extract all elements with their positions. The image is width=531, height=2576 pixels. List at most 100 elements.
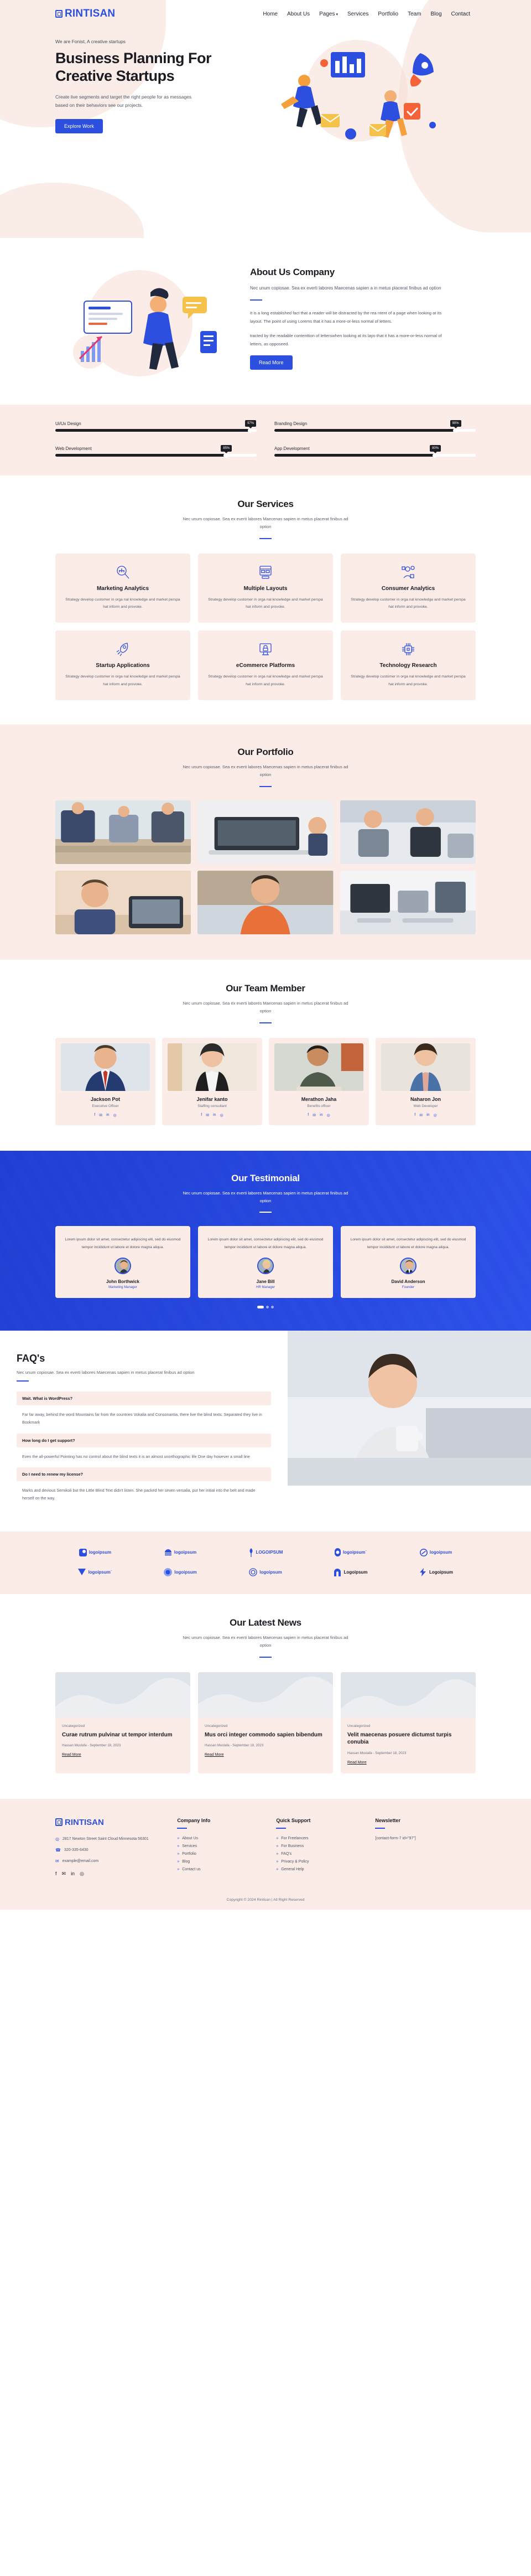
nav-item-team[interactable]: Team xyxy=(408,11,421,17)
partner-logo-9[interactable]: Logoipsum xyxy=(311,1568,391,1576)
partner-logo-10[interactable]: Logoipsum xyxy=(396,1568,476,1576)
footer-link-for-business[interactable]: » For Business xyxy=(276,1844,367,1848)
service-card-startup-applications[interactable]: Startup Applications Strategy develop cu… xyxy=(55,630,190,700)
partner-logo-2[interactable]: logoipsum xyxy=(140,1549,220,1556)
nav-item-blog[interactable]: Blog xyxy=(431,11,442,17)
news-read-more-link[interactable]: Read More xyxy=(205,1753,326,1757)
footer-link-faqs[interactable]: » FAQ's xyxy=(276,1852,367,1856)
nav-item-home[interactable]: Home xyxy=(263,11,278,17)
footer-link-about-us[interactable]: » About Us xyxy=(177,1837,268,1840)
news-category: Uncategorized xyxy=(347,1724,371,1728)
partner-logo-8[interactable]: logoipsum xyxy=(226,1568,305,1576)
team-member-jackson-pot[interactable]: Jackson Pot Executive Officer f ✉ in ◎ xyxy=(55,1037,155,1125)
footer-link-services[interactable]: » Services xyxy=(177,1844,268,1848)
twitter-icon[interactable]: ✉ xyxy=(206,1113,209,1118)
news-card-2[interactable]: Uncategorized Mus orci integer commodo s… xyxy=(198,1672,333,1773)
team-member-merathon-jaha[interactable]: Merathon Jaha Benefits officer f ✉ in ◎ xyxy=(269,1037,369,1125)
faq-item-what-is-wordpress[interactable]: Wait. What is WordPress? Far far away, b… xyxy=(17,1391,271,1434)
portfolio-item-man-with-glasses[interactable] xyxy=(55,870,191,934)
news-card-1[interactable]: Uncategorized Curae rutrum pulvinar ut t… xyxy=(55,1672,190,1773)
facebook-icon[interactable]: f xyxy=(201,1113,202,1118)
faq-question[interactable]: How long do I get support? xyxy=(17,1433,271,1447)
news-read-more-link[interactable]: Read More xyxy=(62,1753,184,1757)
portfolio-header: Our Portfolio Nec unum copiosae. Sea ex … xyxy=(55,747,476,787)
testimonial-dot-1[interactable] xyxy=(257,1305,264,1308)
faq-divider xyxy=(17,1380,29,1382)
instagram-icon[interactable]: ◎ xyxy=(434,1113,437,1118)
linkedin-icon[interactable]: in xyxy=(320,1113,322,1118)
footer-link-privacy-policy[interactable]: » Privacy & Policy xyxy=(276,1860,367,1864)
partner-logo-6[interactable]: logoipsum˙ xyxy=(55,1569,135,1576)
faq-question[interactable]: Do I need to renew my license? xyxy=(17,1467,271,1481)
instagram-icon[interactable]: ◎ xyxy=(113,1113,117,1118)
news-grid: Uncategorized Curae rutrum pulvinar ut t… xyxy=(55,1672,476,1773)
footer-link-for-freelancers[interactable]: » For Freelancers xyxy=(276,1837,367,1840)
faq-question[interactable]: Wait. What is WordPress? xyxy=(17,1391,271,1405)
testimonial-card-david-anderson[interactable]: Lorem ipsum dolor sit amet, consectetur … xyxy=(341,1226,476,1298)
facebook-icon[interactable]: f xyxy=(94,1113,95,1118)
news-post-title[interactable]: Curae rutrum pulvinar ut tempor interdum xyxy=(62,1731,184,1739)
service-card-consumer-analytics[interactable]: Consumer Analytics Strategy develop cust… xyxy=(341,553,476,623)
testimonial-card-jane-bill[interactable]: Lorem ipsum dolor sit amet, consectetur … xyxy=(198,1226,333,1298)
explore-work-button[interactable]: Explore Work xyxy=(55,119,103,134)
facebook-icon[interactable]: f xyxy=(55,1871,57,1877)
portfolio-item-laptop-desk[interactable] xyxy=(197,800,334,864)
facebook-icon[interactable]: f xyxy=(414,1113,415,1118)
footer-link-portfolio[interactable]: » Portfolio xyxy=(177,1852,268,1856)
footer-phone[interactable]: ☎ 320-335-6430 xyxy=(55,1847,169,1853)
nav-item-portfolio[interactable]: Portfolio xyxy=(378,11,398,17)
portfolio-item-man-orange-shirt[interactable] xyxy=(197,870,334,934)
twitter-icon[interactable]: ✉ xyxy=(99,1113,102,1118)
footer-logo[interactable]: RINTISAN xyxy=(55,1818,169,1827)
footer-link-general-help[interactable]: » General Help xyxy=(276,1868,367,1871)
linkedin-icon[interactable]: in xyxy=(106,1113,109,1118)
service-card-ecommerce-platforms[interactable]: eCommerce Platforms Strategy develop cus… xyxy=(198,630,333,700)
nav-item-services[interactable]: Services xyxy=(347,11,368,17)
team-member-jenifar-kanto[interactable]: Jenifar kanto Staffing consultant f ✉ in… xyxy=(162,1037,262,1125)
twitter-icon[interactable]: ✉ xyxy=(419,1113,423,1118)
service-card-multiple-layouts[interactable]: Multiple Layouts Strategy develop custom… xyxy=(198,553,333,623)
triangle-mark-icon xyxy=(78,1569,86,1576)
testimonial-dot-3[interactable] xyxy=(271,1305,274,1308)
testimonial-card-john-borthwick[interactable]: Lorem ipsum dolor sit amet, consectetur … xyxy=(55,1226,190,1298)
instagram-icon[interactable]: ◎ xyxy=(80,1871,84,1877)
chevron-right-icon: » xyxy=(177,1859,180,1864)
partner-logo-5[interactable]: logoipsum xyxy=(396,1548,476,1556)
nav-item-about-us[interactable]: About Us xyxy=(287,11,310,17)
faq-item-renew-license[interactable]: Do I need to renew my license? Marks and… xyxy=(17,1467,271,1509)
about-read-more-button[interactable]: Read More xyxy=(250,355,293,370)
facebook-icon[interactable]: f xyxy=(308,1113,309,1118)
partner-logo-1[interactable]: logoipsum xyxy=(55,1548,135,1556)
nav-item-pages[interactable]: Pages ▾ xyxy=(319,11,338,17)
news-post-title[interactable]: Mus orci integer commodo sapien bibendum xyxy=(205,1731,326,1739)
nav-item-contact[interactable]: Contact xyxy=(451,11,470,17)
footer-link-blog[interactable]: » Blog xyxy=(177,1860,268,1864)
dot-circle-mark-icon xyxy=(164,1568,173,1576)
skill-value-badge: 97% xyxy=(245,420,257,428)
footer-email[interactable]: ✉ example@email.com xyxy=(55,1858,169,1864)
faq-item-how-long-support[interactable]: How long do I get support? Even the all-… xyxy=(17,1433,271,1467)
twitter-icon[interactable]: ✉ xyxy=(313,1113,316,1118)
news-card-3[interactable]: Uncategorized Velit maecenas posuere dic… xyxy=(341,1672,476,1773)
news-read-more-link[interactable]: Read More xyxy=(347,1761,469,1765)
testimonial-dot-2[interactable] xyxy=(266,1305,269,1308)
linkedin-icon[interactable]: in xyxy=(213,1113,216,1118)
linkedin-icon[interactable]: in xyxy=(71,1871,75,1877)
portfolio-item-workspace[interactable] xyxy=(340,870,476,934)
instagram-icon[interactable]: ◎ xyxy=(220,1113,223,1118)
linkedin-icon[interactable]: in xyxy=(426,1113,429,1118)
service-card-technology-research[interactable]: Technology Research Strategy develop cus… xyxy=(341,630,476,700)
site-logo[interactable]: RINTISAN xyxy=(55,8,115,20)
service-card-marketing-analytics[interactable]: Marketing Analytics Strategy develop cus… xyxy=(55,553,190,623)
footer-link-contact-us[interactable]: » Contact us xyxy=(177,1868,268,1871)
portfolio-item-team-meeting[interactable] xyxy=(55,800,191,864)
skill-item-ui-ux-design: Ui/Ux Design 97% xyxy=(55,420,257,433)
twitter-icon[interactable]: ✉ xyxy=(62,1871,66,1877)
team-member-naharon-jon[interactable]: Naharon Jon Web Developer f ✉ in ◎ xyxy=(376,1037,476,1125)
partner-logo-7[interactable]: logoipsum xyxy=(140,1568,220,1576)
news-post-title[interactable]: Velit maecenas posuere dictumst turpis c… xyxy=(347,1731,469,1746)
partner-logo-3[interactable]: LOGOIPSUM xyxy=(226,1548,305,1557)
instagram-icon[interactable]: ◎ xyxy=(327,1113,330,1118)
portfolio-item-office-discussion[interactable] xyxy=(340,800,476,864)
partner-logo-4[interactable]: logoipsum˙ xyxy=(311,1548,391,1557)
